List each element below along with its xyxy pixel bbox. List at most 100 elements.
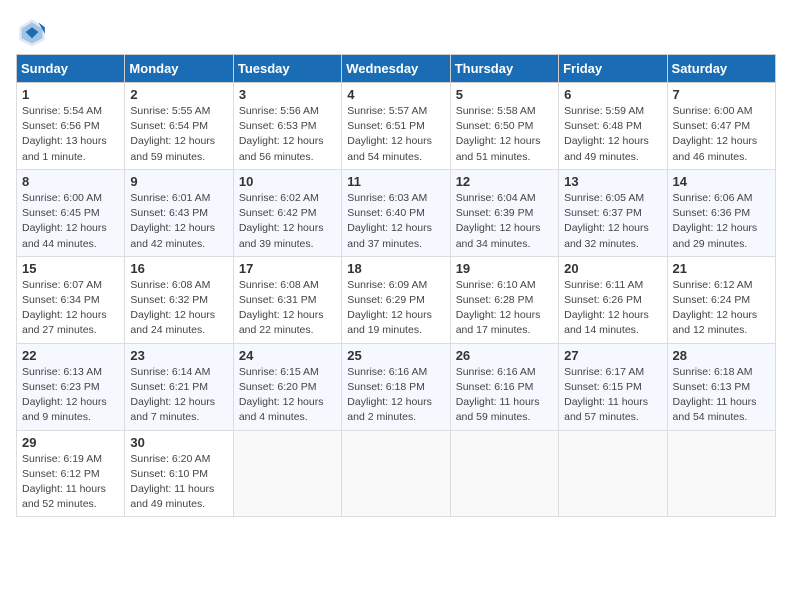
day-detail: Sunrise: 6:05 AMSunset: 6:37 PMDaylight:… (564, 191, 661, 252)
day-number: 29 (22, 435, 119, 450)
day-number: 10 (239, 174, 336, 189)
calendar-cell: 10 Sunrise: 6:02 AMSunset: 6:42 PMDayligh… (233, 169, 341, 256)
calendar-day-header: Wednesday (342, 55, 450, 83)
day-detail: Sunrise: 6:10 AMSunset: 6:28 PMDaylight:… (456, 278, 553, 339)
day-detail: Sunrise: 6:11 AMSunset: 6:26 PMDaylight:… (564, 278, 661, 339)
day-detail: Sunrise: 6:06 AMSunset: 6:36 PMDaylight:… (673, 191, 770, 252)
calendar-cell (342, 430, 450, 517)
day-number: 9 (130, 174, 227, 189)
day-number: 26 (456, 348, 553, 363)
day-number: 21 (673, 261, 770, 276)
day-detail: Sunrise: 6:19 AMSunset: 6:12 PMDaylight:… (22, 452, 119, 513)
calendar-cell (233, 430, 341, 517)
day-number: 2 (130, 87, 227, 102)
day-detail: Sunrise: 5:58 AMSunset: 6:50 PMDaylight:… (456, 104, 553, 165)
day-number: 20 (564, 261, 661, 276)
day-detail: Sunrise: 6:02 AMSunset: 6:42 PMDaylight:… (239, 191, 336, 252)
calendar-cell: 9 Sunrise: 6:01 AMSunset: 6:43 PMDaylight… (125, 169, 233, 256)
day-detail: Sunrise: 6:09 AMSunset: 6:29 PMDaylight:… (347, 278, 444, 339)
calendar-cell: 12 Sunrise: 6:04 AMSunset: 6:39 PMDayligh… (450, 169, 558, 256)
calendar-cell: 6Sunrise: 5:59 AMSunset: 6:48 PMDaylight… (559, 83, 667, 170)
calendar-cell: 17 Sunrise: 6:08 AMSunset: 6:31 PMDayligh… (233, 256, 341, 343)
day-number: 14 (673, 174, 770, 189)
calendar-cell (559, 430, 667, 517)
day-number: 17 (239, 261, 336, 276)
day-number: 30 (130, 435, 227, 450)
calendar-cell: 8Sunrise: 6:00 AMSunset: 6:45 PMDaylight… (17, 169, 125, 256)
day-detail: Sunrise: 6:15 AMSunset: 6:20 PMDaylight:… (239, 365, 336, 426)
logo-icon (16, 16, 48, 48)
day-number: 3 (239, 87, 336, 102)
calendar-cell: 22 Sunrise: 6:13 AMSunset: 6:23 PMDayligh… (17, 343, 125, 430)
day-detail: Sunrise: 6:08 AMSunset: 6:31 PMDaylight:… (239, 278, 336, 339)
calendar-week-row: 22 Sunrise: 6:13 AMSunset: 6:23 PMDayligh… (17, 343, 776, 430)
day-detail: Sunrise: 5:57 AMSunset: 6:51 PMDaylight:… (347, 104, 444, 165)
day-detail: Sunrise: 6:04 AMSunset: 6:39 PMDaylight:… (456, 191, 553, 252)
calendar-cell: 28Sunrise: 6:18 AMSunset: 6:13 PMDayligh… (667, 343, 775, 430)
calendar-day-header: Tuesday (233, 55, 341, 83)
day-number: 23 (130, 348, 227, 363)
page-header (16, 16, 776, 48)
calendar-cell: 27Sunrise: 6:17 AMSunset: 6:15 PMDayligh… (559, 343, 667, 430)
calendar-cell: 18 Sunrise: 6:09 AMSunset: 6:29 PMDayligh… (342, 256, 450, 343)
day-detail: Sunrise: 6:03 AMSunset: 6:40 PMDaylight:… (347, 191, 444, 252)
calendar-cell: 16 Sunrise: 6:08 AMSunset: 6:32 PMDayligh… (125, 256, 233, 343)
day-number: 18 (347, 261, 444, 276)
day-detail: Sunrise: 6:01 AMSunset: 6:43 PMDaylight:… (130, 191, 227, 252)
day-number: 4 (347, 87, 444, 102)
day-number: 1 (22, 87, 119, 102)
day-number: 5 (456, 87, 553, 102)
calendar-cell: 5 Sunrise: 5:58 AMSunset: 6:50 PMDaylight… (450, 83, 558, 170)
calendar-cell: 30 Sunrise: 6:20 AMSunset: 6:10 PMDayligh… (125, 430, 233, 517)
day-number: 16 (130, 261, 227, 276)
calendar-cell: 19 Sunrise: 6:10 AMSunset: 6:28 PMDayligh… (450, 256, 558, 343)
calendar-cell: 29 Sunrise: 6:19 AMSunset: 6:12 PMDayligh… (17, 430, 125, 517)
day-detail: Sunrise: 5:56 AMSunset: 6:53 PMDaylight:… (239, 104, 336, 165)
calendar-cell: 15 Sunrise: 6:07 AMSunset: 6:34 PMDayligh… (17, 256, 125, 343)
day-number: 22 (22, 348, 119, 363)
calendar-cell: 3 Sunrise: 5:56 AMSunset: 6:53 PMDaylight… (233, 83, 341, 170)
calendar-week-row: 8Sunrise: 6:00 AMSunset: 6:45 PMDaylight… (17, 169, 776, 256)
day-detail: Sunrise: 5:55 AMSunset: 6:54 PMDaylight:… (130, 104, 227, 165)
calendar-day-header: Sunday (17, 55, 125, 83)
day-detail: Sunrise: 6:20 AMSunset: 6:10 PMDaylight:… (130, 452, 227, 513)
day-number: 24 (239, 348, 336, 363)
day-detail: Sunrise: 6:16 AMSunset: 6:18 PMDaylight:… (347, 365, 444, 426)
logo (16, 16, 52, 48)
day-detail: Sunrise: 6:08 AMSunset: 6:32 PMDaylight:… (130, 278, 227, 339)
day-detail: Sunrise: 6:12 AMSunset: 6:24 PMDaylight:… (673, 278, 770, 339)
day-number: 11 (347, 174, 444, 189)
day-detail: Sunrise: 6:07 AMSunset: 6:34 PMDaylight:… (22, 278, 119, 339)
calendar-cell: 21 Sunrise: 6:12 AMSunset: 6:24 PMDayligh… (667, 256, 775, 343)
day-detail: Sunrise: 6:17 AMSunset: 6:15 PMDaylight:… (564, 365, 661, 426)
day-detail: Sunrise: 6:16 AMSunset: 6:16 PMDaylight:… (456, 365, 553, 426)
calendar-cell: 14 Sunrise: 6:06 AMSunset: 6:36 PMDayligh… (667, 169, 775, 256)
calendar-day-header: Thursday (450, 55, 558, 83)
calendar-day-header: Friday (559, 55, 667, 83)
day-number: 7 (673, 87, 770, 102)
calendar-cell: 1 Sunrise: 5:54 AMSunset: 6:56 PMDaylight… (17, 83, 125, 170)
day-number: 15 (22, 261, 119, 276)
calendar-cell: 25Sunrise: 6:16 AMSunset: 6:18 PMDayligh… (342, 343, 450, 430)
calendar-cell: 11 Sunrise: 6:03 AMSunset: 6:40 PMDayligh… (342, 169, 450, 256)
calendar-day-header: Monday (125, 55, 233, 83)
day-number: 19 (456, 261, 553, 276)
day-number: 8 (22, 174, 119, 189)
calendar-cell (667, 430, 775, 517)
day-detail: Sunrise: 5:54 AMSunset: 6:56 PMDaylight:… (22, 104, 119, 165)
calendar-cell: 13 Sunrise: 6:05 AMSunset: 6:37 PMDayligh… (559, 169, 667, 256)
day-number: 13 (564, 174, 661, 189)
day-detail: Sunrise: 6:14 AMSunset: 6:21 PMDaylight:… (130, 365, 227, 426)
day-detail: Sunrise: 6:13 AMSunset: 6:23 PMDaylight:… (22, 365, 119, 426)
calendar-week-row: 15 Sunrise: 6:07 AMSunset: 6:34 PMDayligh… (17, 256, 776, 343)
calendar-cell: 7Sunrise: 6:00 AMSunset: 6:47 PMDaylight… (667, 83, 775, 170)
calendar-cell: 2 Sunrise: 5:55 AMSunset: 6:54 PMDaylight… (125, 83, 233, 170)
calendar-cell: 26 Sunrise: 6:16 AMSunset: 6:16 PMDayligh… (450, 343, 558, 430)
calendar-cell: 23 Sunrise: 6:14 AMSunset: 6:21 PMDayligh… (125, 343, 233, 430)
calendar-header-row: SundayMondayTuesdayWednesdayThursdayFrid… (17, 55, 776, 83)
calendar-cell: 4 Sunrise: 5:57 AMSunset: 6:51 PMDaylight… (342, 83, 450, 170)
day-number: 12 (456, 174, 553, 189)
day-detail: Sunrise: 6:18 AMSunset: 6:13 PMDaylight:… (673, 365, 770, 426)
calendar-week-row: 29 Sunrise: 6:19 AMSunset: 6:12 PMDayligh… (17, 430, 776, 517)
day-number: 6 (564, 87, 661, 102)
